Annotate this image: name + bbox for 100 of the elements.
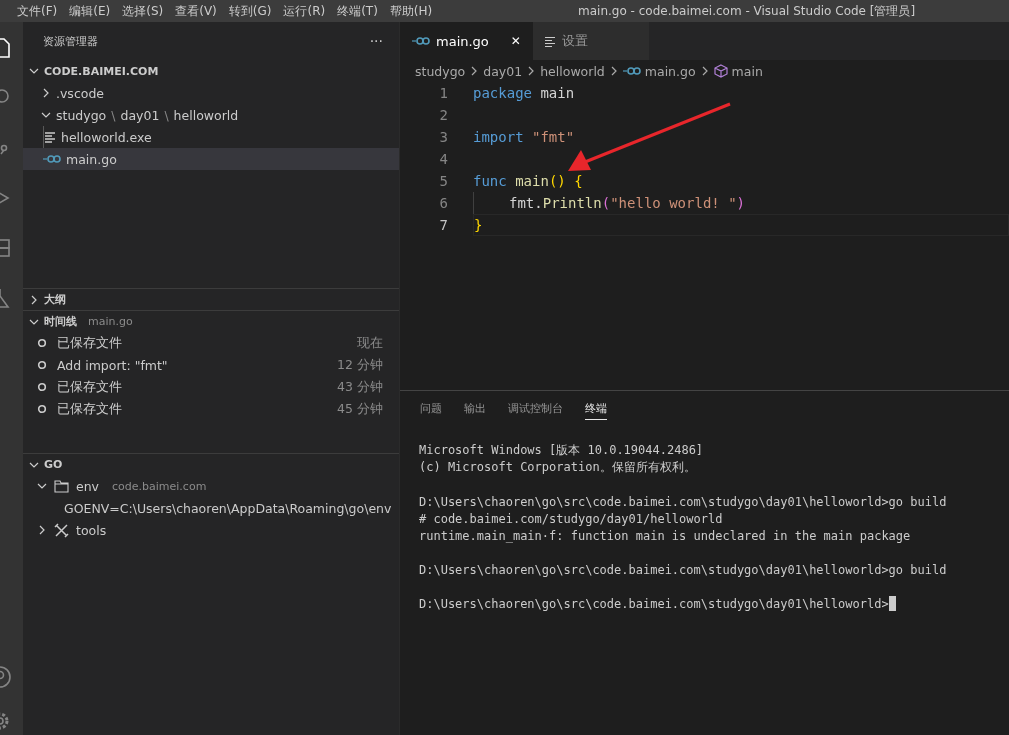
- tree-item[interactable]: studygo \ day01 \ helloworld: [23, 104, 399, 126]
- tree-item[interactable]: .vscode: [23, 82, 399, 104]
- code-line: }: [474, 217, 483, 233]
- breadcrumb[interactable]: helloworld: [540, 63, 605, 79]
- section-title: GO: [44, 458, 63, 471]
- more-actions-button[interactable]: ···: [369, 33, 383, 49]
- section-title: 大纲: [44, 292, 66, 307]
- line-number: 1: [438, 85, 449, 101]
- section-header[interactable]: 时间线 main.go: [23, 310, 399, 332]
- menu-item[interactable]: 选择(S): [122, 2, 164, 20]
- folder-name: studygo: [56, 107, 107, 123]
- section-description: main.go: [88, 315, 133, 328]
- timeline-label: 已保存文件: [57, 334, 123, 352]
- terminal-line: Microsoft Windows [版本 10.0.19044.2486]: [419, 442, 704, 459]
- terminal-line: runtime.main_main·f: function main is undeclared in the main package: [419, 528, 911, 543]
- line-number: 3: [438, 129, 449, 145]
- section-header[interactable]: 大纲: [23, 288, 399, 310]
- go-icon: [622, 66, 641, 76]
- folder-name: .vscode: [56, 85, 105, 101]
- line-number: 2: [438, 107, 449, 123]
- timeline-time: 45 分钟: [337, 400, 383, 418]
- timeline-label: Add import: "fmt": [57, 357, 169, 373]
- circle-icon: [37, 360, 47, 370]
- flask-icon[interactable]: [0, 286, 12, 310]
- folder-header[interactable]: CODE.BAIMEI.COM: [23, 60, 399, 82]
- terminal-line: D:\Users\chaoren\go\src\code.baimei.com\studygo\day01\helloworld>go build: [419, 562, 947, 577]
- circle-icon: [37, 338, 47, 348]
- line-number: 4: [438, 151, 449, 167]
- terminal-line: (c) Microsoft Corporation。保留所有权利。: [419, 459, 696, 476]
- file-item[interactable]: main.go: [23, 148, 399, 170]
- folder-name: day01: [120, 107, 160, 123]
- timeline-item[interactable]: 已保存文件 43 分钟: [23, 376, 399, 398]
- cube-icon: [713, 64, 728, 78]
- go-icon: [412, 36, 430, 46]
- path-separator: \: [111, 107, 116, 123]
- sidebar-title: 资源管理器: [43, 33, 98, 49]
- window-title: main.go - code.baimei.com - Visual Studio Code [管理员]: [578, 2, 916, 20]
- panel-tab[interactable]: 调试控制台: [508, 401, 563, 419]
- extensions-icon[interactable]: [0, 236, 12, 260]
- timeline-item[interactable]: 已保存文件 现在: [23, 332, 399, 354]
- folder-name: CODE.BAIMEI.COM: [44, 64, 159, 78]
- tree-label: tools: [76, 522, 107, 538]
- timeline-time: 43 分钟: [337, 378, 383, 396]
- files-icon[interactable]: [0, 36, 12, 60]
- circle-icon: [37, 382, 47, 392]
- section-title: 时间线: [44, 314, 77, 329]
- tree-item[interactable]: env code.baimei.com: [23, 475, 399, 497]
- timeline-time: 12 分钟: [337, 356, 383, 374]
- timeline-label: 已保存文件: [57, 400, 123, 418]
- code-line: fmt.Println("hello world! "): [509, 195, 746, 211]
- folder-name: helloworld: [173, 107, 239, 123]
- chevron-icon: [470, 66, 479, 76]
- terminal-line: D:\Users\chaoren\go\src\code.baimei.com\studygo\day01\helloworld>go build: [419, 494, 947, 509]
- breadcrumb[interactable]: main.go: [622, 63, 696, 79]
- menu-item[interactable]: 查看(V): [175, 2, 217, 20]
- line-number: 7: [438, 217, 449, 233]
- panel-tab[interactable]: 问题: [420, 401, 442, 419]
- tools-icon: [54, 522, 69, 538]
- panel-tab[interactable]: 终端: [585, 401, 607, 420]
- menu-item[interactable]: 转到(G): [228, 2, 272, 20]
- go-icon: [43, 154, 61, 164]
- line-number: 5: [438, 173, 449, 189]
- account-icon[interactable]: [0, 665, 12, 689]
- text-file-icon: [44, 131, 56, 143]
- chevron-icon: [527, 66, 536, 76]
- breadcrumb[interactable]: day01: [483, 63, 523, 79]
- file-name: helloworld.exe: [61, 129, 152, 145]
- circle-icon: [37, 404, 47, 414]
- path-separator: \: [164, 107, 169, 123]
- menu-item[interactable]: 运行(R): [283, 2, 326, 20]
- folder-icon: [54, 479, 69, 493]
- code-line: import "fmt": [473, 129, 575, 145]
- code-line: package main: [473, 85, 575, 101]
- tree-item[interactable]: GOENV=C:\Users\chaoren\AppData\Roaming\go\env: [23, 497, 399, 519]
- breadcrumb[interactable]: studygo: [415, 63, 466, 79]
- menu-item[interactable]: 文件(F): [17, 2, 58, 20]
- timeline-item[interactable]: Add import: "fmt" 12 分钟: [23, 354, 399, 376]
- breadcrumb[interactable]: main: [713, 63, 763, 79]
- editor-tab[interactable]: 设置: [532, 22, 649, 60]
- code-line: func main() {: [473, 173, 583, 189]
- close-button[interactable]: ✕: [510, 34, 521, 48]
- terminal-line: # code.baimei.com/studygo/day01/helloworld: [419, 511, 723, 526]
- list-icon: [544, 35, 556, 47]
- file-name: main.go: [66, 151, 117, 167]
- menu-item[interactable]: 终端(T): [337, 2, 378, 20]
- tree-label: env: [76, 478, 99, 494]
- timeline-label: 已保存文件: [57, 378, 123, 396]
- timeline-time: 现在: [357, 334, 383, 352]
- menu-item[interactable]: 帮助(H): [389, 2, 433, 20]
- chevron-icon: [609, 66, 618, 76]
- editor-tab[interactable]: main.go ✕: [400, 22, 533, 60]
- timeline-item[interactable]: 已保存文件 45 分钟: [23, 398, 399, 420]
- menu-item[interactable]: 编辑(E): [69, 2, 111, 20]
- section-header[interactable]: GO: [23, 453, 399, 475]
- terminal-line: D:\Users\chaoren\go\src\code.baimei.com\studygo\day01\helloworld>: [419, 596, 889, 611]
- line-number: 6: [438, 195, 449, 211]
- tree-description: code.baimei.com: [112, 479, 207, 493]
- panel-tab[interactable]: 输出: [464, 401, 486, 419]
- chevron-icon: [700, 66, 709, 76]
- tree-item[interactable]: tools: [23, 519, 399, 541]
